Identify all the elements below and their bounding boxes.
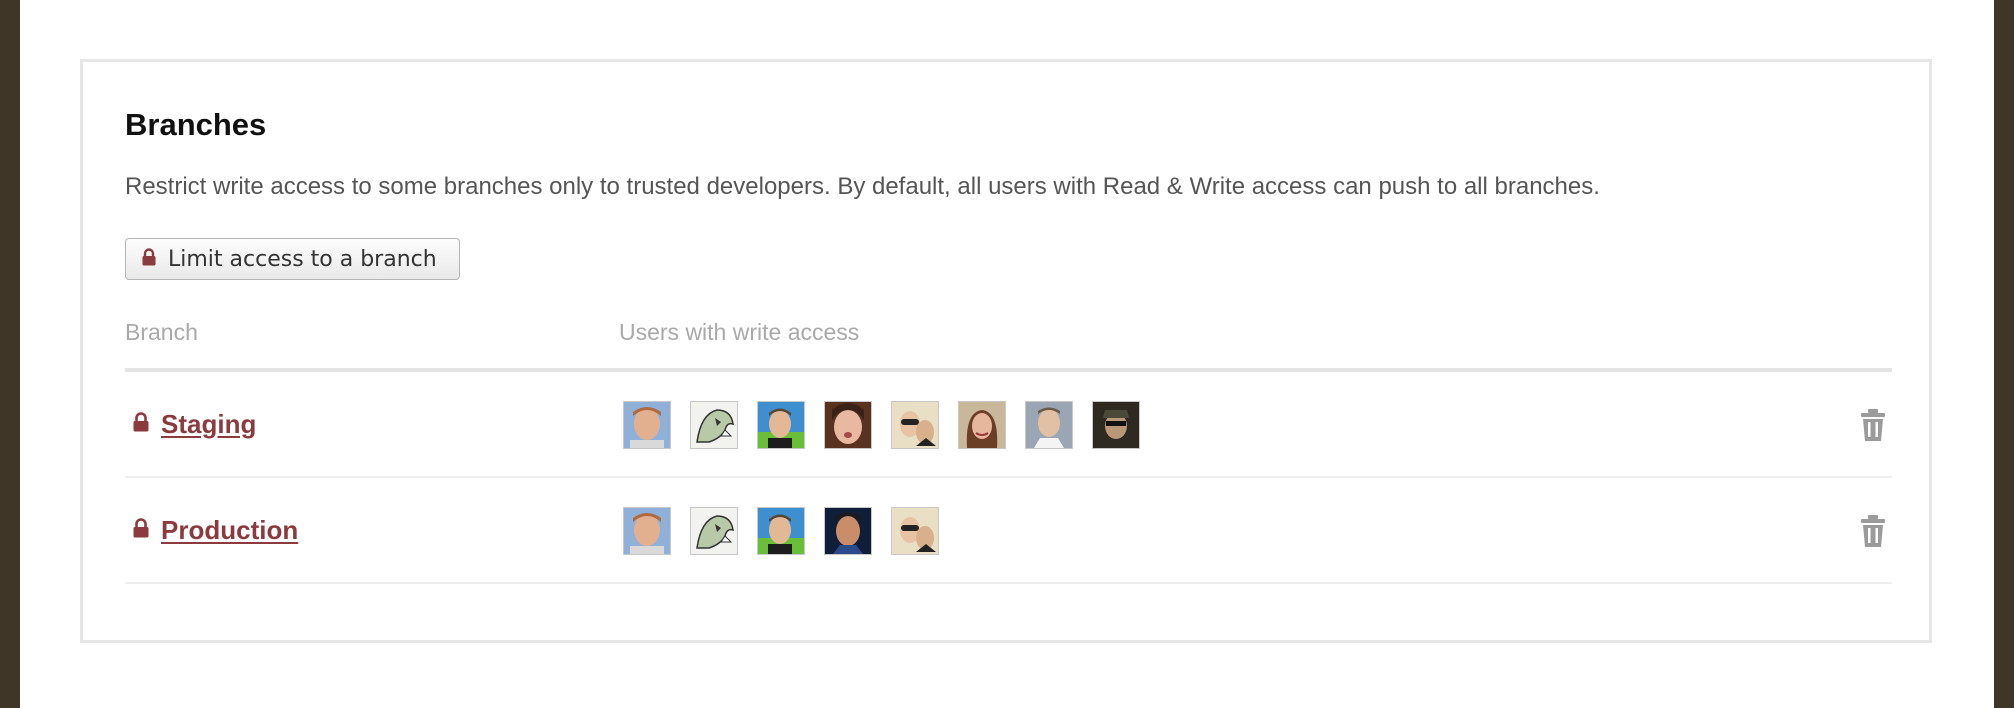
limit-access-button-label: Limit access to a branch [168,246,437,272]
branch-cell: Production [133,478,298,582]
branch-cell: Staging [133,372,256,476]
user-avatar[interactable] [824,401,872,449]
users-avatar-list [623,401,1140,449]
branch-link-staging[interactable]: Staging [161,409,256,440]
user-avatar[interactable] [690,507,738,555]
delete-branch-restriction-trash-icon[interactable] [1858,514,1888,548]
section-description: Restrict write access to some branches o… [125,173,1600,200]
users-avatar-list [623,507,939,555]
user-avatar[interactable] [891,401,939,449]
column-header-users: Users with write access [619,319,860,345]
user-avatar[interactable] [757,507,805,555]
branch-link-production[interactable]: Production [161,515,298,546]
lock-icon [133,411,149,437]
user-avatar[interactable] [1025,401,1073,449]
user-avatar[interactable] [757,401,805,449]
user-avatar[interactable] [891,507,939,555]
user-avatar[interactable] [623,507,671,555]
user-avatar[interactable] [623,401,671,449]
section-title: Branches [125,107,267,142]
user-avatar[interactable] [824,507,872,555]
column-header-branch: Branch [125,319,198,345]
limit-access-button[interactable]: Limit access to a branch [125,238,460,280]
user-avatar[interactable] [1092,401,1140,449]
window-frame-left [0,0,20,708]
table-row: Production [125,478,1892,584]
user-avatar[interactable] [690,401,738,449]
window-frame-right [1994,0,2014,708]
table-row: Staging [125,372,1892,478]
lock-icon [133,517,149,543]
branches-panel: Branches Restrict write access to some b… [80,59,1932,643]
delete-branch-restriction-trash-icon[interactable] [1858,408,1888,442]
lock-icon [142,247,156,272]
user-avatar[interactable] [958,401,1006,449]
